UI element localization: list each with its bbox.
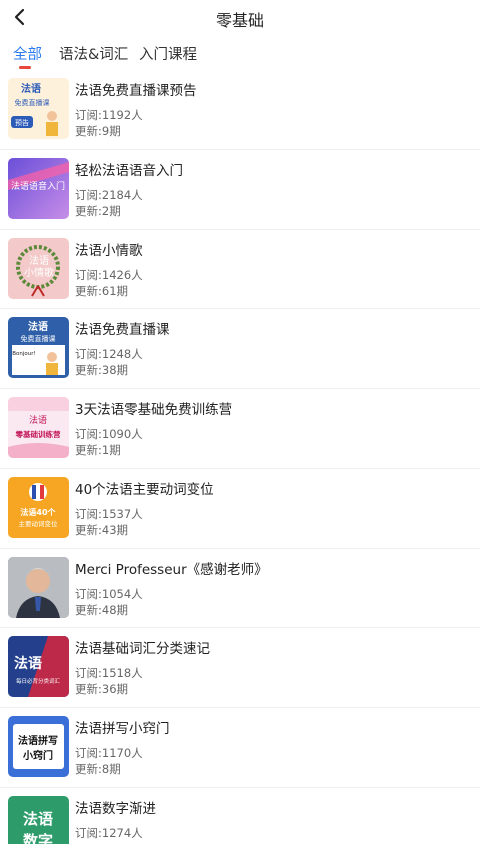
thumb-text: 法语	[28, 320, 48, 333]
course-item[interactable]: 法语 数字 法语数字渐进 订阅:1274人	[0, 788, 480, 844]
thumb-text: 免费直播课	[15, 98, 50, 107]
course-list: 法语 免费直播课 预告 法语免费直播课预告 订阅:1192人 更新:9期 法语语…	[0, 70, 480, 844]
course-thumbnail: 法语 零基础训练营	[8, 397, 69, 458]
course-updates: 更新:48期	[75, 602, 129, 617]
course-title: 轻松法语语音入门	[75, 162, 183, 179]
course-title: 3天法语零基础免费训练营	[75, 402, 233, 418]
course-item[interactable]: 法语拼写 小窍门 法语拼写小窍门 订阅:1170人 更新:8期	[0, 708, 480, 788]
course-title: 法语数字渐进	[75, 800, 156, 817]
thumb-badge: 预告	[15, 118, 29, 127]
course-thumbnail: 法语 免费直播课 Bonjour!	[8, 317, 69, 379]
course-subscribers: 订阅:1426人	[75, 267, 143, 282]
thumb-text: 法语	[14, 655, 42, 672]
course-subscribers: 订阅:1537人	[75, 506, 143, 521]
course-thumbnail: 法语 数字	[8, 795, 69, 844]
course-thumbnail: 法语语音入门	[8, 157, 69, 219]
thumb-text: 免费直播课	[21, 334, 56, 343]
course-title: Merci Professeur《感谢老师》	[75, 561, 268, 578]
course-subscribers: 订阅:1170人	[75, 746, 143, 760]
course-title: 法语免费直播课	[75, 322, 170, 339]
course-item[interactable]: 法语40个 主要动词变位 40个法语主要动词变位 订阅:1537人 更新:43期	[0, 469, 480, 549]
thumb-text: 小窍门	[22, 749, 53, 762]
course-updates: 更新:2期	[75, 203, 121, 218]
course-thumbnail: 法语40个 主要动词变位	[8, 476, 69, 538]
course-updates: 更新:38期	[75, 363, 129, 378]
course-subscribers: 订阅:1518人	[75, 666, 143, 681]
course-subscribers: 订阅:2184人	[75, 187, 143, 202]
course-updates: 更新:43期	[75, 522, 129, 537]
thumb-text: 法语拼写	[18, 734, 58, 747]
course-title: 法语小情歌	[75, 242, 143, 259]
thumb-text: 法语	[29, 254, 49, 267]
course-thumbnail: 法语 小情歌	[8, 237, 69, 299]
course-item[interactable]: 法语 零基础训练营 3天法语零基础免费训练营 订阅:1090人 更新:1期	[0, 389, 480, 469]
course-subscribers: 订阅:1192人	[75, 108, 143, 122]
course-title: 法语拼写小窍门	[75, 721, 170, 737]
course-item[interactable]: 法语 每日必背分类词汇 法语基础词汇分类速记 订阅:1518人 更新:36期	[0, 628, 480, 708]
thumb-text: 零基础训练营	[15, 429, 61, 439]
thumb-text: 主要动词变位	[19, 519, 59, 528]
course-thumbnail: 法语拼写 小窍门	[8, 716, 69, 777]
active-tab-indicator	[19, 66, 31, 69]
thumb-text: 法语40个	[20, 507, 56, 517]
category-tabs: 全部 语法&词汇 入门课程	[0, 34, 480, 70]
page-title: 零基础	[215, 11, 264, 30]
course-title: 40个法语主要动词变位	[75, 481, 214, 498]
thumb-text: 法语语音入门	[11, 180, 65, 192]
thumb-text: 法语	[21, 82, 41, 95]
tab-grammar-vocab[interactable]: 语法&词汇	[59, 43, 128, 64]
course-subscribers: 订阅:1274人	[75, 825, 143, 840]
course-updates: 更新:61期	[75, 283, 129, 298]
course-title: 法语免费直播课预告	[75, 83, 197, 99]
course-thumbnail	[8, 556, 69, 618]
course-item[interactable]: 法语 免费直播课 Bonjour! 法语免费直播课 订阅:1248人 更新:38…	[0, 309, 480, 389]
thumb-text: 法语	[29, 414, 47, 426]
course-title: 法语基础词汇分类速记	[75, 641, 210, 658]
course-thumbnail: 法语 每日必背分类词汇	[8, 636, 69, 698]
thumb-text: 每日必背分类词汇	[16, 677, 61, 685]
tab-all[interactable]: 全部	[13, 43, 42, 64]
course-updates: 更新:8期	[75, 762, 121, 776]
course-item[interactable]: Merci Professeur《感谢老师》 订阅:1054人 更新:48期	[0, 549, 480, 629]
thumb-text: 法语	[23, 810, 53, 828]
thumb-text: Bonjour!	[12, 351, 35, 357]
app-header: 零基础	[0, 0, 480, 34]
tab-intro-courses[interactable]: 入门课程	[139, 43, 197, 64]
course-updates: 更新:36期	[75, 682, 129, 697]
course-updates: 更新:1期	[75, 443, 121, 457]
course-subscribers: 订阅:1090人	[75, 427, 143, 441]
course-thumbnail: 法语 免费直播课 预告	[8, 78, 69, 139]
course-item[interactable]: 法语 免费直播课 预告 法语免费直播课预告 订阅:1192人 更新:9期	[0, 70, 480, 150]
course-subscribers: 订阅:1248人	[75, 347, 143, 362]
course-updates: 更新:9期	[75, 124, 121, 138]
course-subscribers: 订阅:1054人	[75, 586, 143, 601]
thumb-text: 小情歌	[24, 266, 54, 279]
course-item[interactable]: 法语 小情歌 法语小情歌 订阅:1426人 更新:61期	[0, 230, 480, 310]
thumb-text: 数字	[23, 832, 53, 844]
course-item[interactable]: 法语语音入门 轻松法语语音入门 订阅:2184人 更新:2期	[0, 150, 480, 230]
